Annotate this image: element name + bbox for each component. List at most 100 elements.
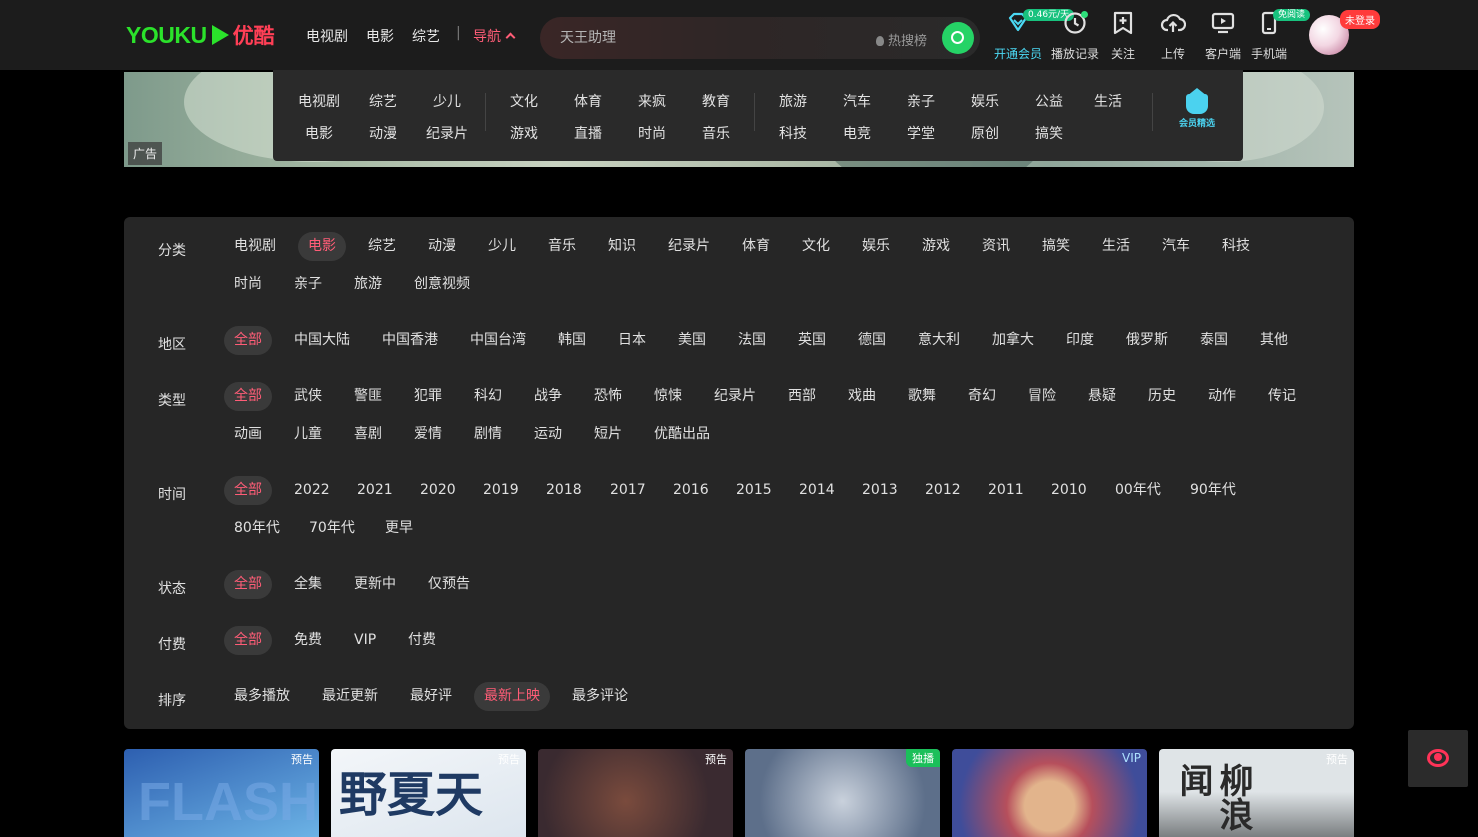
upload-button[interactable]: 上传 xyxy=(1145,10,1201,62)
filter-option[interactable]: 西部 xyxy=(778,382,826,411)
dropdown-item[interactable]: 动漫 xyxy=(369,123,397,143)
nav-menu-toggle[interactable]: 导航 xyxy=(473,26,516,46)
filter-option[interactable]: 2022 xyxy=(284,476,340,505)
dropdown-item[interactable]: 学堂 xyxy=(907,123,935,143)
filter-option[interactable]: 惊悚 xyxy=(644,382,692,411)
filter-option[interactable]: 奇幻 xyxy=(958,382,1006,411)
dropdown-item[interactable]: 教育 xyxy=(702,91,730,111)
filter-option-selected[interactable]: 全部 xyxy=(224,326,272,355)
filter-option[interactable]: 纪录片 xyxy=(658,232,720,261)
youku-logo[interactable]: YOUKU 优酷 xyxy=(126,21,275,49)
filter-option[interactable]: 知识 xyxy=(598,232,646,261)
filter-option-selected[interactable]: 全部 xyxy=(224,382,272,411)
dropdown-item[interactable]: 原创 xyxy=(971,123,999,143)
dropdown-item[interactable]: 电影 xyxy=(305,123,333,143)
nav-tv[interactable]: 电视剧 xyxy=(306,26,348,46)
dropdown-item[interactable]: 综艺 xyxy=(369,91,397,111)
filter-option[interactable]: 动作 xyxy=(1198,382,1246,411)
filter-option[interactable]: 2021 xyxy=(347,476,403,505)
feedback-button[interactable] xyxy=(1408,730,1468,787)
dropdown-item[interactable]: 文化 xyxy=(510,91,538,111)
filter-option-selected[interactable]: 全部 xyxy=(224,570,272,599)
filter-option[interactable]: 恐怖 xyxy=(584,382,632,411)
filter-option[interactable]: 美国 xyxy=(668,326,716,355)
filter-option[interactable]: 加拿大 xyxy=(982,326,1044,355)
filter-option[interactable]: 2020 xyxy=(410,476,466,505)
filter-option[interactable]: 更新中 xyxy=(344,570,406,599)
video-card[interactable]: 预告 xyxy=(538,749,733,837)
video-card[interactable]: 柳浪闻 预告 xyxy=(1159,749,1354,837)
dropdown-item[interactable]: 旅游 xyxy=(779,91,807,111)
filter-option[interactable]: 2010 xyxy=(1041,476,1097,505)
video-card[interactable]: 野夏天 预告 xyxy=(331,749,526,837)
dropdown-item[interactable]: 汽车 xyxy=(843,91,871,111)
filter-option[interactable]: 运动 xyxy=(524,420,572,449)
filter-option[interactable]: 科技 xyxy=(1212,232,1260,261)
video-card[interactable]: 独播 xyxy=(745,749,940,837)
filter-option[interactable]: 俄罗斯 xyxy=(1116,326,1178,355)
follow-button[interactable]: 关注 xyxy=(1095,10,1151,62)
filter-option[interactable]: 2013 xyxy=(852,476,908,505)
sort-option-selected[interactable]: 最新上映 xyxy=(474,682,550,711)
filter-option[interactable]: 纪录片 xyxy=(704,382,766,411)
filter-option[interactable]: 资讯 xyxy=(972,232,1020,261)
filter-option[interactable]: 泰国 xyxy=(1190,326,1238,355)
filter-option[interactable]: 警匪 xyxy=(344,382,392,411)
nav-variety[interactable]: 综艺 xyxy=(412,26,440,46)
dropdown-item[interactable]: 生活 xyxy=(1094,91,1122,111)
dropdown-item[interactable]: 电竞 xyxy=(843,123,871,143)
filter-option[interactable]: 2019 xyxy=(473,476,529,505)
filter-option[interactable]: 体育 xyxy=(732,232,780,261)
filter-option[interactable]: 犯罪 xyxy=(404,382,452,411)
filter-option[interactable]: 付费 xyxy=(398,626,446,655)
filter-option[interactable]: 戏曲 xyxy=(838,382,886,411)
filter-option[interactable]: 2016 xyxy=(663,476,719,505)
sort-option[interactable]: 最多播放 xyxy=(224,682,300,711)
filter-option[interactable]: 免费 xyxy=(284,626,332,655)
search-button[interactable] xyxy=(942,22,974,54)
filter-option[interactable]: 仅预告 xyxy=(418,570,480,599)
filter-option[interactable]: 音乐 xyxy=(538,232,586,261)
filter-option[interactable]: 游戏 xyxy=(912,232,960,261)
filter-option[interactable]: 爱情 xyxy=(404,420,452,449)
dropdown-item[interactable]: 娱乐 xyxy=(971,91,999,111)
vip-selection-link[interactable]: 会员精选 xyxy=(1170,88,1224,129)
nav-movie[interactable]: 电影 xyxy=(366,26,394,46)
filter-option[interactable]: 更早 xyxy=(375,514,423,543)
filter-option[interactable]: 动漫 xyxy=(418,232,466,261)
filter-option[interactable]: 歌舞 xyxy=(898,382,946,411)
filter-option[interactable]: 80年代 xyxy=(224,514,290,543)
filter-option[interactable]: 意大利 xyxy=(908,326,970,355)
filter-option[interactable]: 娱乐 xyxy=(852,232,900,261)
filter-option-selected[interactable]: 全部 xyxy=(224,626,272,655)
dropdown-item[interactable]: 科技 xyxy=(779,123,807,143)
filter-option[interactable]: 动画 xyxy=(224,420,272,449)
filter-option[interactable]: 2017 xyxy=(600,476,656,505)
sort-option[interactable]: 最近更新 xyxy=(312,682,388,711)
filter-option[interactable]: 悬疑 xyxy=(1078,382,1126,411)
filter-option[interactable]: 搞笑 xyxy=(1032,232,1080,261)
filter-option[interactable]: 少儿 xyxy=(478,232,526,261)
filter-option[interactable]: 00年代 xyxy=(1105,476,1171,505)
filter-option[interactable]: 中国香港 xyxy=(372,326,448,355)
dropdown-item[interactable]: 时尚 xyxy=(638,123,666,143)
sort-option[interactable]: 最多评论 xyxy=(562,682,638,711)
filter-option[interactable]: 其他 xyxy=(1250,326,1298,355)
filter-option[interactable]: 综艺 xyxy=(358,232,406,261)
dropdown-item[interactable]: 直播 xyxy=(574,123,602,143)
filter-option[interactable]: 文化 xyxy=(792,232,840,261)
filter-option[interactable]: 2015 xyxy=(726,476,782,505)
dropdown-item[interactable]: 体育 xyxy=(574,91,602,111)
filter-option[interactable]: 科幻 xyxy=(464,382,512,411)
filter-option[interactable]: VIP xyxy=(344,626,386,655)
dropdown-item[interactable]: 少儿 xyxy=(433,91,461,111)
filter-option[interactable]: 德国 xyxy=(848,326,896,355)
mobile-button[interactable]: 免阅读 手机端 xyxy=(1241,9,1311,62)
filter-option[interactable]: 中国台湾 xyxy=(460,326,536,355)
filter-option[interactable]: 时尚 xyxy=(224,270,272,299)
filter-option[interactable]: 传记 xyxy=(1258,382,1306,411)
filter-option[interactable]: 日本 xyxy=(608,326,656,355)
filter-option-selected[interactable]: 全部 xyxy=(224,476,272,505)
filter-option[interactable]: 亲子 xyxy=(284,270,332,299)
filter-option[interactable]: 70年代 xyxy=(299,514,365,543)
